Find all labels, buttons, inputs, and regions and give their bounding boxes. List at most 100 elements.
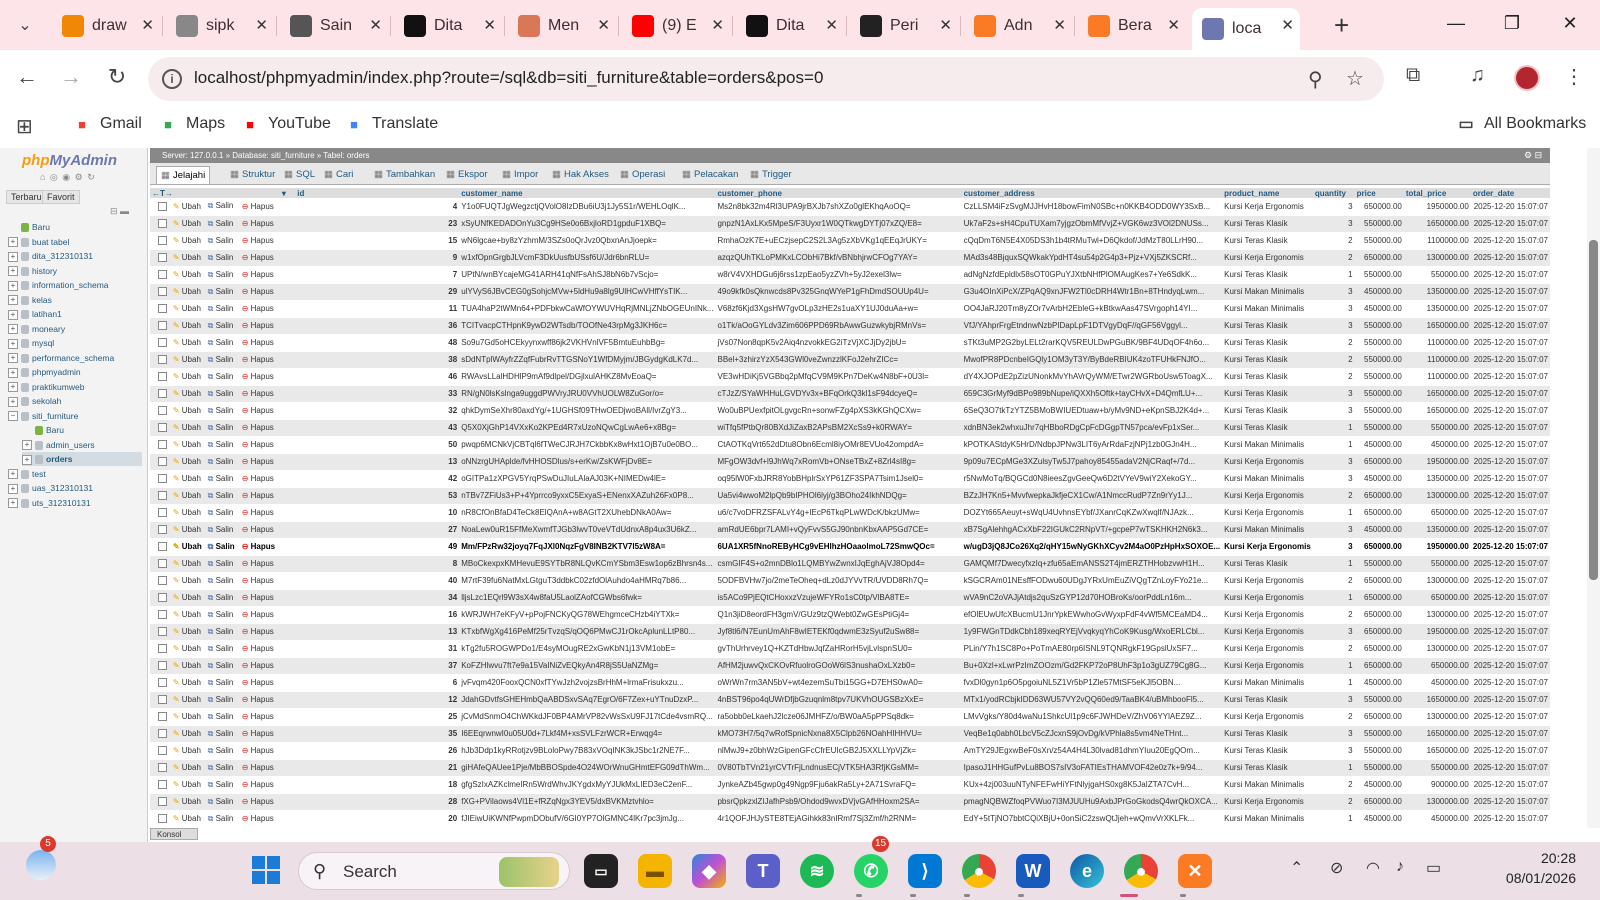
cell-product-name[interactable]: Kursi Kerja Ergonomis [1222, 708, 1313, 726]
cell-customer-address[interactable]: BZzJH7Kn5+MvvfwepkaJkfjeCX1Cw/A1NmccRudP… [961, 487, 1223, 505]
table-row[interactable]: ✎ Ubah ⧉ Salin ⊖ Hapus 38 sDdNTplWAyfrZZqfFu… [150, 351, 1550, 369]
tree-item[interactable]: Baru [22, 423, 64, 437]
cell-order-date[interactable]: 2025-12-20 15:07:07 [1470, 470, 1550, 488]
cell-product-name[interactable]: Kursi Makan Minimalis [1222, 283, 1313, 301]
edit-link[interactable]: ✎ Ubah [170, 589, 206, 607]
chrome-icon[interactable]: ● [1124, 854, 1158, 888]
edit-link[interactable]: ✎ Ubah [170, 266, 206, 284]
row-select-cell[interactable] [150, 589, 171, 607]
cell-price[interactable]: 550000.00 [1354, 691, 1404, 709]
cell-customer-phone[interactable]: JynkeAZb45gwp0g49Ngp9Fju6akRa5Ly+2A71Svr… [715, 776, 962, 794]
table-row[interactable]: ✎ Ubah ⧉ Salin ⊖ Hapus 26 hJb3Ddp1kyRRotjzv9… [150, 742, 1550, 760]
delete-link[interactable]: ⊖ Hapus [239, 368, 280, 386]
cell-id[interactable]: 18 [295, 776, 460, 794]
expand-icon[interactable]: + [8, 469, 18, 480]
row-checkbox[interactable] [158, 491, 167, 501]
edit-link[interactable]: ✎ Ubah [170, 776, 206, 794]
row-checkbox[interactable] [158, 797, 167, 807]
cell-total-price[interactable]: 450000.00 [1403, 436, 1471, 454]
edit-link[interactable]: ✎ Ubah [170, 317, 206, 335]
cell-quantity[interactable]: 1 [1312, 657, 1355, 675]
zoom-icon[interactable]: ⚲ [1308, 67, 1323, 92]
cell-id[interactable]: 20 [295, 810, 460, 828]
weather-widget-icon[interactable] [26, 850, 56, 880]
cell-customer-address[interactable]: 9p09u7ECpMGe3XZulsyTw5J7pahoy85455adaV2N… [961, 453, 1223, 471]
row-checkbox[interactable] [158, 712, 167, 722]
row-select-cell[interactable] [150, 742, 171, 760]
cell-customer-address[interactable]: EdY+5tTjNO7bbtCQiXBjU+0onSiC2zswQtJjeh+w… [961, 810, 1223, 828]
row-checkbox[interactable] [158, 746, 167, 756]
tree-item[interactable]: + moneary [8, 322, 65, 336]
cell-customer-phone[interactable]: VE3wHDiKj5VGBbq2pMfqCV9M9KPn7DeKw4N8bF+0… [715, 368, 962, 386]
cell-id[interactable]: 6 [295, 674, 460, 692]
tab-tambahkan[interactable]: ▦ Tambahkan [370, 166, 439, 184]
delete-link[interactable]: ⊖ Hapus [239, 504, 280, 522]
copy-link[interactable]: ⧉ Salin [205, 283, 240, 301]
edit-link[interactable]: ✎ Ubah [170, 742, 206, 760]
cell-id[interactable]: 11 [295, 300, 460, 318]
tab-2[interactable]: Sain ✕ [280, 8, 388, 44]
cell-price[interactable]: 650000.00 [1354, 249, 1404, 267]
tab-6[interactable]: Dita ✕ [736, 8, 844, 44]
cell-product-name[interactable]: Kursi Kerja Ergonomis [1222, 249, 1313, 267]
row-select-cell[interactable] [150, 810, 171, 828]
cell-id[interactable]: 48 [295, 334, 460, 352]
bookmark-translate[interactable]: ■ Translate [344, 114, 438, 134]
cell-customer-name[interactable]: I6EEqrwnwI0u05U0d+7Lkf4M+xsSVLFzrWCR+Erw… [459, 725, 716, 743]
cell-customer-address[interactable]: 1y9FWGnTDdkCbh189xeqRYEjVvqkyqYhCoK9Kusg… [961, 623, 1223, 641]
row-checkbox[interactable] [158, 219, 167, 229]
cell-customer-address[interactable]: xB7SgAlehhgACxXbF22IGUkC2RNpVT/+gcpeP7wT… [961, 521, 1223, 539]
expand-icon[interactable]: + [8, 483, 18, 494]
cell-order-date[interactable]: 2025-12-20 15:07:07 [1470, 198, 1550, 216]
cell-price[interactable]: 650000.00 [1354, 708, 1404, 726]
cell-customer-address[interactable]: 6SeQ3O7tkTzYTZ5BMoBWIUEDtuaw+b/yMv9ND+eK… [961, 402, 1223, 420]
cell-id[interactable]: 21 [295, 759, 460, 777]
row-select-cell[interactable] [150, 436, 171, 454]
copy-link[interactable]: ⧉ Salin [205, 402, 240, 420]
cell-product-name[interactable]: Kursi Teras Klasik [1222, 725, 1313, 743]
show-hidden-icons-icon[interactable]: ⌃ [1290, 858, 1303, 878]
cell-customer-name[interactable]: Mm/FPzRw32joyq7FqJXl0NqzFgV8INB2KTV7I5zW… [459, 538, 716, 556]
cell-quantity[interactable]: 3 [1312, 470, 1355, 488]
tree-item[interactable]: + dita_312310131 [8, 249, 93, 263]
table-row[interactable]: ✎ Ubah ⧉ Salin ⊖ Hapus 8 MBoCkexpxKMHevuE9SY… [150, 555, 1550, 573]
copy-link[interactable]: ⧉ Salin [205, 521, 240, 539]
cell-product-name[interactable]: Kursi Teras Klasik [1222, 759, 1313, 777]
cell-quantity[interactable]: 3 [1312, 402, 1355, 420]
cell-id[interactable]: 40 [295, 572, 460, 590]
copy-link[interactable]: ⧉ Salin [205, 589, 240, 607]
copy-link[interactable]: ⧉ Salin [205, 759, 240, 777]
cell-total-price[interactable]: 1650000.00 [1403, 742, 1471, 760]
bookmark-maps[interactable]: ■ Maps [158, 114, 225, 134]
tab-operasi[interactable]: ▦ Operasi [616, 166, 669, 184]
expand-icon[interactable]: + [8, 338, 18, 349]
cell-customer-name[interactable]: UPtN/wnBYcajeMG41ARH41qNfFsAhSJ8bN6b7vSc… [459, 266, 716, 284]
collapse-all-icon[interactable]: ⊟ ▬ [110, 206, 129, 217]
row-checkbox[interactable] [158, 678, 167, 688]
cell-id[interactable]: 35 [295, 725, 460, 743]
expand-icon[interactable]: + [8, 382, 18, 393]
edit-link[interactable]: ✎ Ubah [170, 436, 206, 454]
table-row[interactable]: ✎ Ubah ⧉ Salin ⊖ Hapus 25 jCvMdSnmO4ChWKkdJF… [150, 708, 1550, 726]
close-tab-icon[interactable]: ✕ [1053, 16, 1066, 34]
tree-item[interactable]: + praktikumweb [8, 380, 84, 394]
apps-grid-icon[interactable]: ⊞ [16, 114, 33, 139]
delete-link[interactable]: ⊖ Hapus [239, 317, 280, 335]
row-checkbox[interactable] [158, 542, 167, 552]
copy-link[interactable]: ⧉ Salin [205, 215, 240, 233]
table-row[interactable]: ✎ Ubah ⧉ Salin ⊖ Hapus 16 kWRJWH7eKFyV+pPojF… [150, 606, 1550, 624]
table-row[interactable]: ✎ Ubah ⧉ Salin ⊖ Hapus 53 nTBv7ZFiUs3+P+4Ypr… [150, 487, 1550, 505]
close-window-button[interactable]: ✕ [1552, 8, 1588, 38]
cell-id[interactable]: 36 [295, 317, 460, 335]
cell-total-price[interactable]: 1350000.00 [1403, 300, 1471, 318]
copy-link[interactable]: ⧉ Salin [205, 453, 240, 471]
cell-customer-name[interactable]: JdahGDvtfsGHEHmbQaABDSxvSAq7EgrO/6F7Zex+… [459, 691, 716, 709]
cell-price[interactable]: 550000.00 [1354, 351, 1404, 369]
cell-customer-phone[interactable]: ra5obb0eLkaehJ2lcze06JMHFZ/o/BW0aA5pPPSq… [715, 708, 962, 726]
tree-item[interactable]: + history [8, 264, 57, 278]
cell-quantity[interactable]: 1 [1312, 555, 1355, 573]
edit-link[interactable]: ✎ Ubah [170, 657, 206, 675]
copy-link[interactable]: ⧉ Salin [205, 385, 240, 403]
edit-link[interactable]: ✎ Ubah [170, 538, 206, 556]
delete-link[interactable]: ⊖ Hapus [239, 334, 280, 352]
